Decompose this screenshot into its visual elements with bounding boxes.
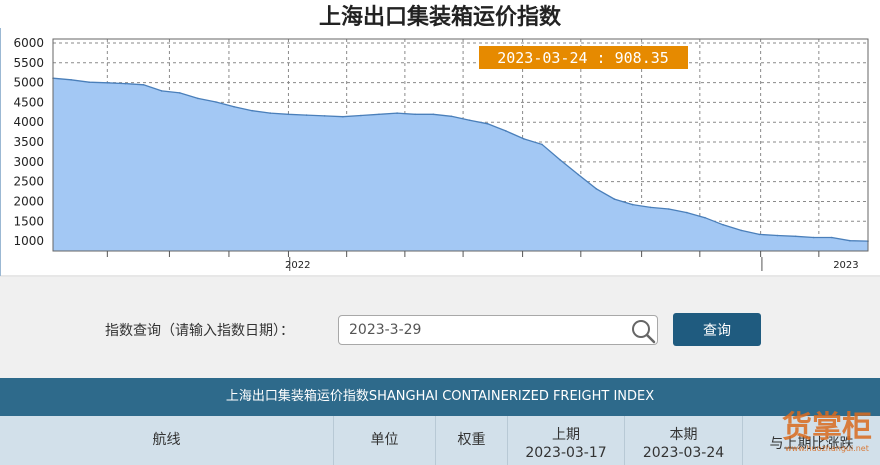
y-tick-label: 1500 (13, 214, 44, 228)
table-banner: 上海出口集装箱运价指数SHANGHAI CONTAINERIZED FREIGH… (0, 378, 880, 416)
series-point (631, 203, 634, 206)
series-point (360, 114, 362, 117)
query-label: 指数查询（请输入指数日期）： (105, 323, 294, 339)
series-area-fill (53, 78, 868, 251)
series-point (269, 112, 272, 114)
series-point (106, 82, 109, 84)
y-tick-label: 2000 (13, 194, 44, 208)
y-tick-label: 5000 (13, 76, 44, 90)
y-tick-label: 5500 (13, 56, 44, 70)
series-point (396, 112, 398, 114)
series-point (197, 97, 199, 100)
search-icon[interactable] (630, 318, 656, 344)
query-button[interactable]: 查询 (673, 313, 761, 346)
series-point (740, 229, 742, 232)
y-tick-label: 4000 (13, 115, 44, 129)
header-previous-date: 2023-03-17 (525, 445, 607, 461)
series-point (849, 239, 851, 242)
series-point (595, 188, 598, 190)
x-tick-label: 2022 (285, 260, 310, 271)
series-point (88, 81, 90, 83)
y-tick-label: 2500 (13, 175, 44, 189)
series-point (124, 82, 127, 85)
series-point (722, 224, 724, 226)
series-point (613, 198, 616, 200)
header-route: 航线 (152, 432, 181, 448)
header-change: 与上期比涨跌 (742, 416, 880, 465)
series-point (233, 106, 235, 108)
series-point (378, 113, 380, 116)
y-tick-label: 4500 (13, 95, 44, 109)
header-unit: 单位 (333, 416, 435, 465)
series-point (323, 115, 326, 117)
series-point (179, 92, 181, 94)
series-point (686, 211, 688, 214)
chart-tooltip: 2023-03-24 : 908.35 (479, 46, 688, 69)
series-point (450, 115, 453, 118)
header-current: 本期 2023-03-24 (624, 416, 742, 465)
series-point (577, 173, 579, 176)
series-point (704, 216, 706, 219)
series-point (758, 233, 761, 236)
series-point (668, 208, 670, 210)
x-tick-label: 2023 (833, 260, 858, 271)
y-tick-label: 6000 (13, 36, 44, 50)
series-point (831, 236, 833, 239)
series-point (287, 113, 290, 116)
series-point (468, 119, 471, 121)
series-point (505, 130, 507, 132)
series-point (486, 123, 489, 125)
series-point (541, 143, 543, 146)
series-point (776, 234, 779, 237)
series-point (251, 109, 253, 112)
series-point (342, 115, 344, 118)
series-point (523, 138, 525, 140)
series-point (812, 236, 815, 239)
series-point (794, 235, 797, 238)
series-point (414, 113, 417, 116)
series-point (432, 113, 435, 116)
tooltip-label: 2023-03-24 : 908.35 (497, 49, 669, 67)
chart-title: 上海出口集装箱运价指数 (319, 4, 562, 30)
date-input[interactable] (338, 315, 658, 345)
chart: 上海出口集装箱运价指数 6000 5500 5000 4500 4000 3500 3000… (0, 4, 880, 277)
y-tick-label: 3500 (13, 135, 44, 149)
series-point (559, 159, 561, 161)
chart-area-series (52, 77, 869, 251)
chart-panel: 上海出口集装箱运价指数 6000 5500 5000 4500 4000 3500 3000… (0, 0, 880, 277)
y-tick-label: 1000 (13, 234, 44, 248)
table-header: 航线 单位 权重 上期 2023-03-17 本期 2023-03-24 与上期… (0, 416, 880, 465)
series-point (215, 101, 217, 103)
y-tick-label: 3000 (13, 155, 44, 169)
header-previous: 上期 2023-03-17 (507, 416, 624, 465)
header-weight: 权重 (435, 416, 507, 465)
series-point (160, 90, 163, 92)
series-point (142, 84, 145, 86)
series-point (649, 206, 652, 209)
header-current-label: 本期 (669, 427, 698, 443)
series-point (70, 79, 72, 81)
series-point (305, 114, 308, 116)
header-current-date: 2023-03-24 (642, 445, 725, 461)
header-previous-label: 上期 (552, 427, 580, 443)
